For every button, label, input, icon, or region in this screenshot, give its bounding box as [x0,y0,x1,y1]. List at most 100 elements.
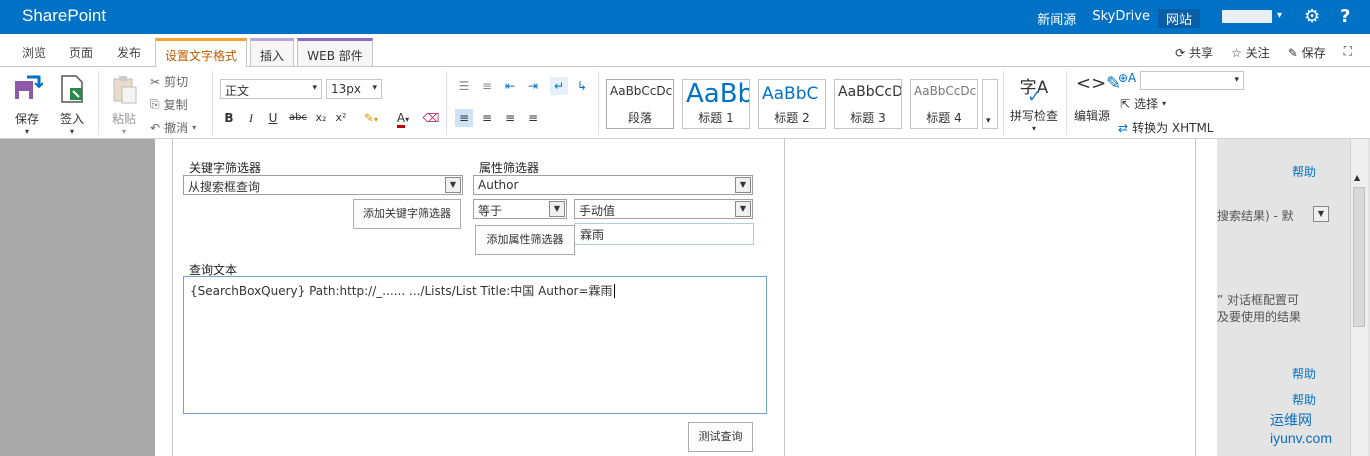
highlight-color-button[interactable]: ✎▾ [358,109,384,127]
bold-button[interactable]: B [220,109,238,127]
suite-link-sites[interactable]: 网站 [1157,9,1200,28]
style-heading-4[interactable]: AaBbCcDc 标题 4 [910,79,978,129]
undo-icon: ↶ [150,120,161,135]
style-caption: 标题 4 [926,111,962,125]
vertical-scrollbar[interactable]: ▲ [1350,139,1368,456]
suite-link-skydrive[interactable]: SkyDrive [1084,9,1158,28]
tab-page[interactable]: 页面 [69,44,93,61]
description-line-2: 及要使用的结果 [1217,310,1302,324]
html-tag-icon: <> [1076,73,1107,94]
style-sample: AaBbCcDc [610,84,673,98]
gear-icon[interactable]: ⚙ [1304,6,1320,27]
help-icon[interactable]: ? [1340,6,1350,27]
italic-button[interactable]: I [242,109,260,127]
tab-browse[interactable]: 浏览 [22,44,46,61]
chevron-down-icon: ▼ [549,201,565,217]
scissors-icon: ✂ [150,74,161,89]
chevron-down-icon: ▾ [374,115,379,124]
help-link[interactable]: 帮助 [1292,163,1316,180]
edit-source-button[interactable]: <>✎ 编辑源 [1072,73,1121,124]
style-select[interactable]: 正文 ▾ [220,79,322,99]
markup-styles-select[interactable]: ▾ [1140,71,1244,90]
operator-value: 等于 [478,204,503,218]
numbered-list-icon[interactable]: ≡ [478,77,496,95]
language-icon[interactable]: ⊕A [1118,71,1136,85]
property-filter-select[interactable]: Author ▼ [473,175,753,195]
font-size-value: 13px [331,82,361,96]
chevron-down-icon[interactable]: ▼ [1313,206,1329,222]
ltr-icon[interactable]: ↵ [550,77,568,95]
chevron-down-icon: ▾ [405,115,410,124]
undo-button[interactable]: ↶ 撤消 ▾ [150,119,196,136]
style-paragraph[interactable]: AaBbCcDc 段落 [606,79,674,129]
user-menu-caret-icon[interactable]: ▾ [1277,10,1282,21]
property-value-input[interactable]: 霖雨 [574,223,754,245]
bullet-list-icon[interactable]: ☰ [455,77,473,95]
page-actions: ⟳ 共享 ☆ 关注 ✎ 保存 ⛶ [1175,44,1352,61]
spellcheck-button[interactable]: 字A ✓ 拼写检查 ▾ [1008,73,1060,133]
save-button[interactable]: 保存 ▾ [8,73,46,136]
brand-logo[interactable]: SharePoint [22,6,106,26]
ribbon-separator [1003,71,1004,135]
justify-icon[interactable]: ≡ [524,109,542,127]
help-link[interactable]: 帮助 [1292,391,1316,408]
tab-format-text[interactable]: 设置文字格式 [155,38,247,68]
scrollbar-thumb[interactable] [1353,187,1365,327]
add-property-filter-button[interactable]: 添加属性筛选器 [475,225,575,255]
text-cursor [613,284,615,298]
style-caption: 标题 1 [698,111,734,125]
property-filter-value: Author [478,178,519,192]
superscript-button[interactable]: x² [332,109,350,127]
save-icon [15,75,44,99]
style-heading-3[interactable]: AaBbCcD 标题 3 [834,79,902,129]
style-heading-2[interactable]: AaBbC 标题 2 [758,79,826,129]
scroll-up-icon[interactable]: ▲ [1354,173,1360,182]
rtl-icon[interactable]: ↳ [573,77,591,95]
keyword-filter-select[interactable]: 从搜索框查询 ▼ [183,175,463,195]
chevron-down-icon: ▾ [372,83,377,93]
ribbon-separator [1066,71,1067,135]
underline-button[interactable]: U [264,109,282,127]
focus-content-icon[interactable]: ⛶ [1344,44,1352,61]
paste-button[interactable]: 粘贴 ▾ [106,73,142,136]
indent-icon[interactable]: ⇥ [524,77,542,95]
page-background-left [0,139,155,456]
align-left-icon[interactable]: ≡ [455,109,473,127]
tab-publish[interactable]: 发布 [117,44,141,61]
tab-web-part[interactable]: WEB 部件 [297,38,373,67]
help-link[interactable]: 帮助 [1292,365,1316,382]
share-icon: ⟳ [1175,46,1186,60]
follow-action[interactable]: ☆ 关注 [1231,44,1270,61]
subscript-button[interactable]: x₂ [312,109,330,127]
suite-link-newsfeed[interactable]: 新闻源 [1029,9,1084,28]
suite-bar: SharePoint 新闻源 SkyDrive 网站 ▾ ⚙ ? [0,0,1370,34]
save-action[interactable]: ✎ 保存 [1288,44,1326,61]
styles-gallery-expand[interactable]: ▾ [982,79,998,129]
test-query-button[interactable]: 测试查询 [688,422,753,452]
checkin-dropdown-icon: ▾ [69,127,74,136]
select-button[interactable]: ⇱ 选择 ▾ [1120,95,1166,112]
copy-button[interactable]: ⎘ 复制 [150,96,188,113]
style-caption: 段落 [627,111,652,125]
value-type-select[interactable]: 手动值 ▼ [574,199,753,219]
align-center-icon[interactable]: ≡ [478,109,496,127]
outdent-icon[interactable]: ⇤ [501,77,519,95]
query-text-area[interactable]: {SearchBoxQuery} Path:http://_...... ...… [183,276,767,414]
ribbon-tab-row: 浏览 页面 发布 设置文字格式 插入 WEB 部件 ⟳ 共享 ☆ 关注 ✎ 保存… [0,34,1370,68]
clear-format-icon[interactable]: ⌫ [422,109,440,127]
style-heading-1[interactable]: AaBb 标题 1 [682,79,750,129]
cut-label: 剪切 [164,75,189,89]
checkin-button[interactable]: 签入 ▾ [54,73,90,136]
convert-xhtml-button[interactable]: ⇄ 转换为 XHTML [1118,119,1214,136]
keyword-filter-value: 从搜索框查询 [188,180,261,194]
add-keyword-filter-button[interactable]: 添加关键字筛选器 [353,199,461,229]
tab-insert[interactable]: 插入 [250,38,294,67]
align-right-icon[interactable]: ≡ [501,109,519,127]
share-action[interactable]: ⟳ 共享 [1175,44,1213,61]
font-size-select[interactable]: 13px ▾ [326,79,382,99]
strikethrough-button[interactable]: abc [286,109,310,127]
user-name-redacted[interactable] [1222,10,1272,23]
operator-select[interactable]: 等于 ▼ [473,199,567,219]
font-color-button[interactable]: A▾ [390,109,416,128]
cut-button[interactable]: ✂ 剪切 [150,73,188,90]
